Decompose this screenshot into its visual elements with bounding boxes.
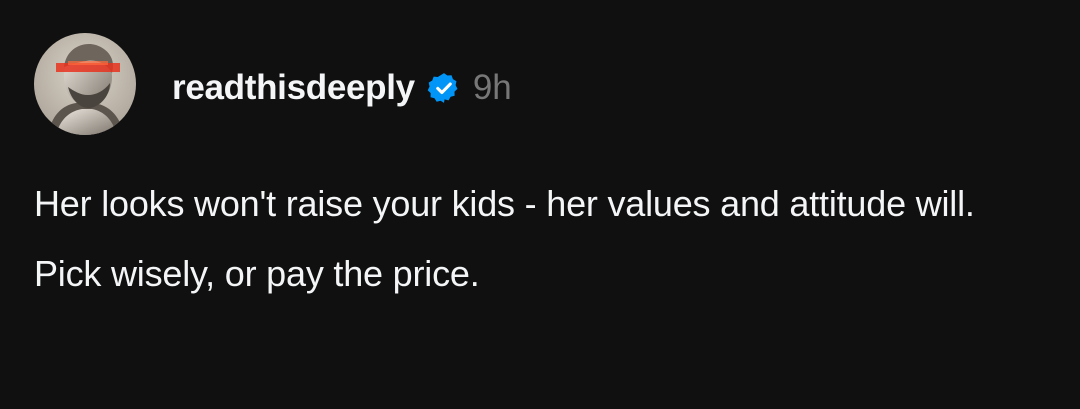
post-text-paragraph: Pick wisely, or pay the price. (34, 253, 480, 294)
avatar-image (34, 33, 136, 135)
post-timestamp[interactable]: 9h (473, 68, 512, 108)
verified-badge-icon (427, 71, 461, 105)
post: readthisdeeply 9h Her looks won't raise … (0, 0, 1080, 409)
username[interactable]: readthisdeeply (172, 68, 415, 108)
post-body: Her looks won't raise your kids - her va… (34, 178, 1034, 300)
post-text-paragraph: Her looks won't raise your kids - her va… (34, 183, 975, 224)
avatar[interactable] (34, 33, 136, 135)
post-header: readthisdeeply 9h (172, 64, 512, 112)
